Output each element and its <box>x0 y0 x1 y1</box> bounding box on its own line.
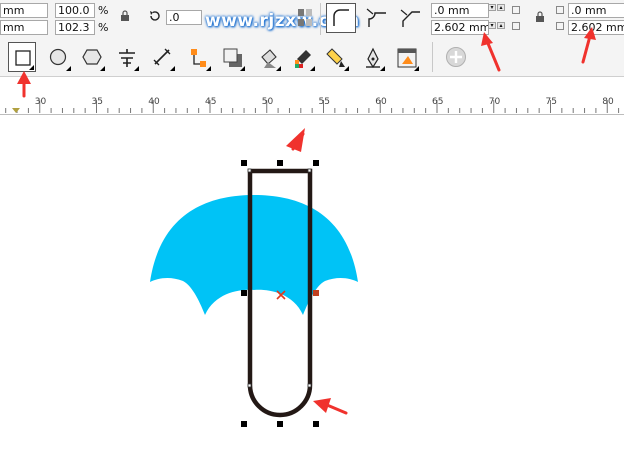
arrow-icon <box>481 32 493 46</box>
arrow-icon <box>17 71 31 84</box>
arrow-icon <box>313 398 331 413</box>
arrow-icon <box>584 27 596 40</box>
annotation-overlay <box>17 27 596 415</box>
arrow-icon <box>286 128 305 152</box>
